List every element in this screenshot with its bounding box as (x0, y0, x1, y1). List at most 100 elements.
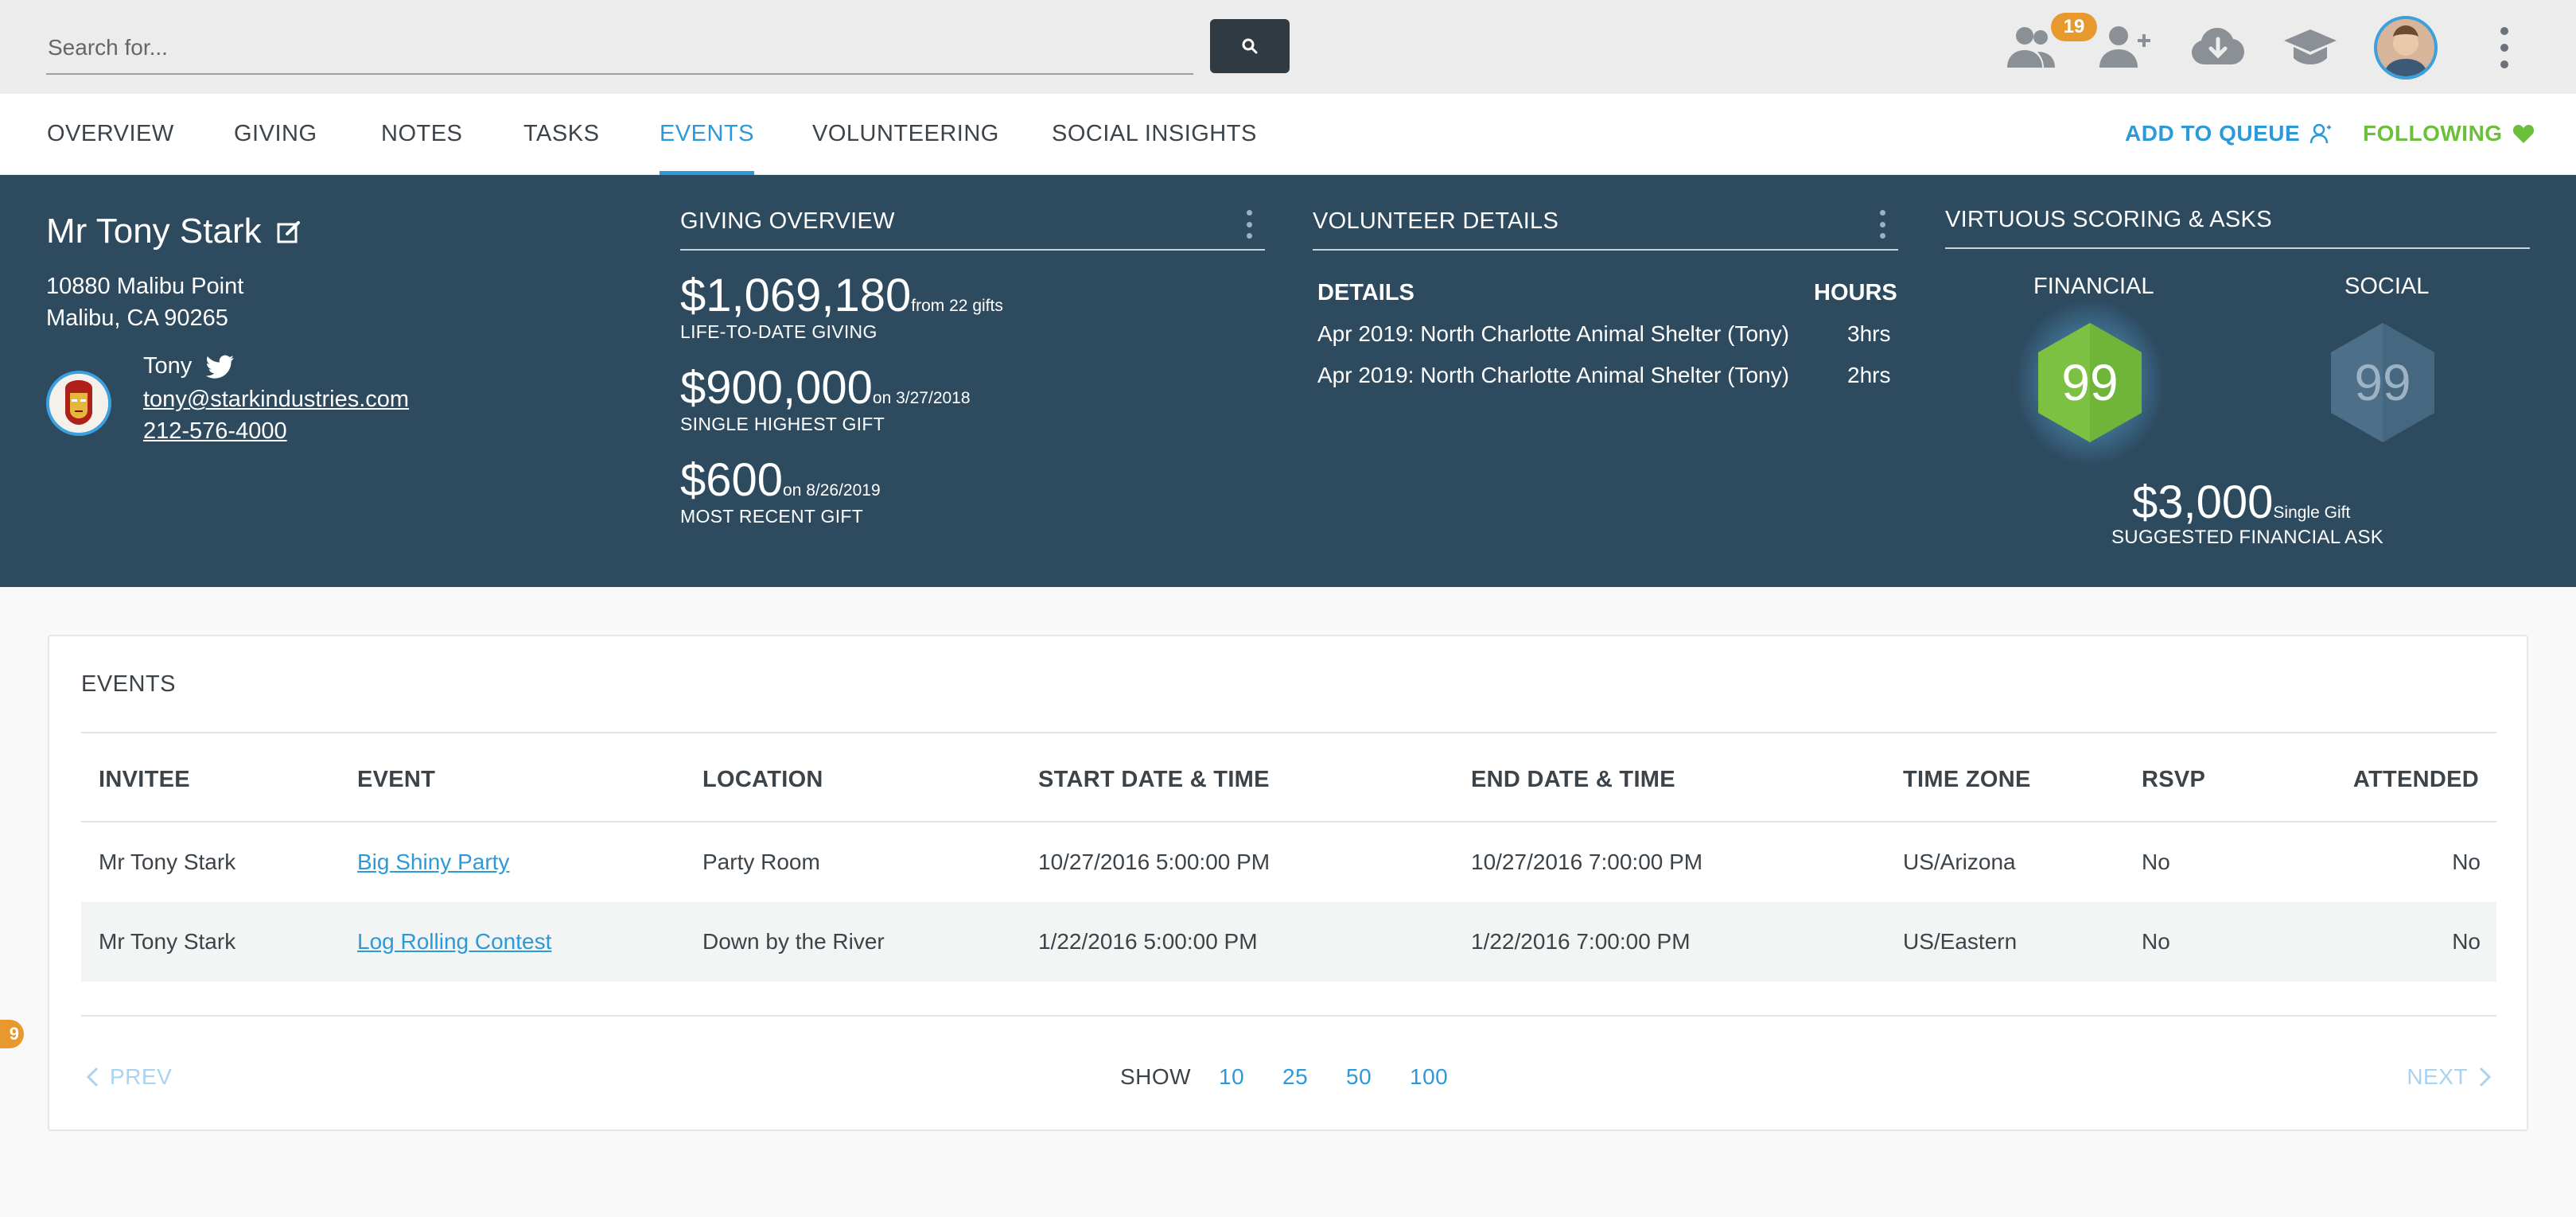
prev-page-button[interactable]: PREV (86, 1064, 172, 1090)
add-user-button[interactable] (2095, 19, 2156, 75)
search-field (46, 24, 1193, 75)
events-title: EVENTS (81, 671, 177, 697)
tab-giving[interactable]: GIVING (234, 121, 317, 175)
search-button[interactable] (1210, 19, 1290, 73)
next-label: NEXT (2407, 1064, 2468, 1089)
cell-timezone: US/Arizona (1903, 850, 2016, 874)
life-to-date-amount: $1,069,180from 22 gifts (680, 269, 1003, 322)
top-bar: 19 (0, 0, 2576, 94)
side-notification-badge[interactable]: 9 (0, 1020, 24, 1048)
volunteer-details-menu-button[interactable] (1874, 210, 1890, 239)
show-label: SHOW (1120, 1064, 1192, 1089)
tab-social-insights[interactable]: SOCIAL INSIGHTS (1052, 121, 1257, 175)
recent-gift-amount: $600on 8/26/2019 (680, 453, 881, 507)
cell-rsvp: No (2142, 929, 2170, 954)
column-header-event[interactable]: EVENT (357, 767, 435, 793)
user-avatar[interactable] (2374, 16, 2438, 80)
page-size-100[interactable]: 100 (1410, 1064, 1448, 1090)
event-link[interactable]: Big Shiny Party (357, 850, 509, 875)
financial-score-badge[interactable]: 99 (2014, 299, 2165, 466)
page-size-50[interactable]: 50 (1346, 1064, 1372, 1090)
volunteer-row-hours: 3hrs (1847, 321, 1891, 346)
life-to-date-label: LIFE-TO-DATE GIVING (680, 321, 877, 342)
volunteer-row-detail: Apr 2019: North Charlotte Animal Shelter… (1317, 363, 1789, 387)
contact-name-text: Tony (143, 353, 193, 379)
suggested-ask-amount: $3,000Single Gift (2132, 476, 2350, 529)
cell-start: 10/27/2016 5:00:00 PM (1038, 850, 1270, 874)
event-link[interactable]: Log Rolling Contest (357, 929, 551, 955)
highest-gift-note: on 3/27/2018 (872, 389, 971, 407)
recent-gift-label: MOST RECENT GIFT (680, 506, 864, 527)
cell-end: 1/22/2016 7:00:00 PM (1471, 929, 1691, 954)
page-size-25[interactable]: 25 (1282, 1064, 1308, 1090)
life-to-date-value: $1,069,180 (680, 270, 912, 321)
constituent-name: Mr Tony Stark (46, 212, 302, 251)
add-to-queue-label: ADD TO QUEUE (2125, 121, 2301, 146)
column-header-end[interactable]: END DATE & TIME (1471, 767, 1675, 793)
constituent-name-text: Mr Tony Stark (46, 212, 262, 251)
social-score-label: SOCIAL (2344, 274, 2430, 299)
cell-location: Party Room (702, 850, 820, 874)
more-menu-button[interactable] (2488, 24, 2520, 72)
tab-events[interactable]: EVENTS (660, 121, 755, 175)
contact-email-link[interactable]: tony@starkindustries.com (143, 387, 409, 413)
column-header-location[interactable]: LOCATION (702, 767, 823, 793)
volunteer-col-hours: HOURS (1814, 280, 1897, 305)
tab-notes[interactable]: NOTES (381, 121, 462, 175)
download-button[interactable] (2188, 19, 2248, 75)
cell-end: 10/27/2016 7:00:00 PM (1471, 850, 1703, 874)
cloud-download-icon (2192, 28, 2244, 64)
user-photo-icon (2377, 19, 2434, 76)
scoring-title: VIRTUOUS SCORING & ASKS (1945, 207, 2530, 249)
highest-gift-amount: $900,000on 3/27/2018 (680, 361, 971, 414)
social-score-badge[interactable]: 99 (2331, 323, 2434, 442)
contact-avatar[interactable] (46, 371, 111, 436)
following-button[interactable]: FOLLOWING (2363, 121, 2535, 146)
cell-location: Down by the River (702, 929, 885, 954)
next-page-button[interactable]: NEXT (2407, 1064, 2492, 1090)
column-header-invitee[interactable]: INVITEE (99, 767, 190, 793)
giving-overview-menu-button[interactable] (1241, 210, 1257, 239)
notification-badge: 19 (2051, 13, 2097, 41)
column-header-start[interactable]: START DATE & TIME (1038, 767, 1270, 793)
chevron-right-icon (2479, 1067, 2492, 1087)
suggested-ask-note: Single Gift (2273, 504, 2351, 522)
social-score-value: 99 (2354, 354, 2411, 411)
add-to-queue-button[interactable]: ADD TO QUEUE (2125, 121, 2332, 146)
page-size-10[interactable]: 10 (1219, 1064, 1244, 1090)
add-user-icon (2099, 26, 2150, 68)
tab-overview[interactable]: OVERVIEW (47, 121, 174, 175)
suggested-ask-value: $3,000 (2132, 476, 2274, 528)
column-header-rsvp[interactable]: RSVP (2142, 767, 2205, 793)
tab-tasks[interactable]: TASKS (523, 121, 599, 175)
edit-icon[interactable] (276, 219, 302, 244)
profile-nav: OVERVIEW GIVING NOTES TASKS EVENTS VOLUN… (0, 94, 2576, 175)
divider (81, 732, 2496, 733)
cell-invitee: Mr Tony Stark (99, 850, 236, 874)
heart-icon (2512, 125, 2534, 143)
chevron-left-icon (86, 1067, 99, 1087)
giving-overview-title: GIVING OVERVIEW (680, 208, 1265, 251)
search-input[interactable] (46, 24, 1193, 72)
column-header-timezone[interactable]: TIME ZONE (1903, 767, 2031, 793)
cell-timezone: US/Eastern (1903, 929, 2018, 954)
life-to-date-note: from 22 gifts (911, 297, 1003, 315)
training-button[interactable] (2280, 19, 2341, 75)
column-header-attended[interactable]: ATTENDED (2353, 767, 2479, 793)
prev-label: PREV (110, 1064, 173, 1089)
volunteer-details-title: VOLUNTEER DETAILS (1313, 208, 1898, 251)
cell-rsvp: No (2142, 850, 2170, 874)
queue-person-icon (2309, 123, 2332, 144)
table-row: Mr Tony Stark Big Shiny Party Party Room… (81, 822, 2496, 902)
contact-phone-link[interactable]: 212-576-4000 (143, 418, 287, 445)
highest-gift-value: $900,000 (680, 362, 873, 414)
divider (81, 1015, 2496, 1017)
events-card: EVENTS INVITEE EVENT LOCATION START DATE… (48, 635, 2528, 1131)
twitter-icon[interactable] (206, 355, 235, 379)
profile-summary-panel: Mr Tony Stark 10880 Malibu Point Malibu,… (0, 175, 2576, 587)
address-line-2: Malibu, CA 90265 (46, 305, 228, 331)
cell-start: 1/22/2016 5:00:00 PM (1038, 929, 1258, 954)
following-label: FOLLOWING (2363, 121, 2503, 146)
tab-volunteering[interactable]: VOLUNTEERING (812, 121, 999, 175)
search-icon (1242, 38, 1258, 54)
